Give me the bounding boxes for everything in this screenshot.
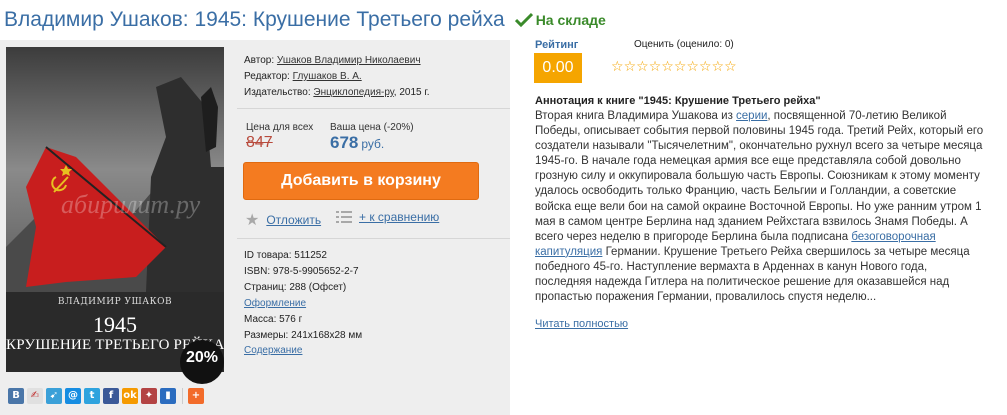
book-cover[interactable]: абирилит.ру ВЛАДИМИР УШАКОВ 1945 КРУШЕНИ… [6, 47, 224, 372]
detail-size: Размеры: 241x168x28 мм [244, 330, 362, 341]
isbn-value: 978-5-9905652-2-7 [272, 266, 359, 277]
old-price: 847 [246, 134, 273, 151]
list-price-label: Цена для всех [246, 122, 314, 133]
title-row: Владимир Ушаков: 1945: Крушение Третьего… [4, 4, 606, 36]
rating-star-icon[interactable]: ☆ [611, 59, 624, 75]
compare-link[interactable]: + к сравнению [359, 210, 439, 224]
detail-design[interactable]: Оформление [244, 298, 306, 309]
pages-value: 288 (Офсет) [289, 282, 347, 293]
rating-star-icon[interactable]: ☆ [674, 59, 687, 75]
your-price-label: Ваша цена (-20%) [330, 122, 414, 133]
livejournal-icon[interactable]: ✍ [27, 388, 43, 404]
pages-label: Страниц: [244, 282, 287, 293]
rating-label: Рейтинг [535, 39, 579, 51]
detail-contents[interactable]: Содержание [244, 345, 302, 356]
cover-year: 1945 [93, 312, 137, 337]
isbn-label: ISBN: [244, 266, 271, 277]
vk-icon[interactable]: В [8, 388, 24, 404]
annotation-part: , посвященной 70-летию Великой Победы, о… [535, 110, 984, 243]
rating-star-icon[interactable]: ☆ [624, 59, 637, 75]
annotation-part: Вторая книга Владимира Ушакова из [535, 110, 737, 122]
discount-badge: 20% [180, 340, 224, 384]
rate-label: Оценить (оценило: 0) [634, 39, 734, 50]
rating-stars[interactable]: ☆ ☆ ☆ ☆ ☆ ☆ ☆ ☆ ☆ ☆ [611, 59, 737, 75]
rating-star-icon[interactable]: ☆ [699, 59, 712, 75]
editor-link[interactable]: Глушаков В. А. [293, 71, 362, 82]
rating-star-icon[interactable]: ☆ [712, 59, 725, 75]
read-more-link[interactable]: Читать полностью [535, 318, 628, 330]
checkmark-icon [514, 12, 533, 28]
add-to-cart-button[interactable]: Добавить в корзину [243, 162, 479, 200]
rating-star-icon[interactable]: ☆ [724, 59, 737, 75]
stock-status: На складе [514, 12, 606, 28]
mail-icon[interactable]: @ [65, 388, 81, 404]
postpone-link[interactable]: Отложить [266, 213, 321, 227]
rating-star-icon[interactable]: ☆ [661, 59, 674, 75]
design-link[interactable]: Оформление [244, 298, 306, 309]
id-label: ID товара: [244, 250, 292, 261]
detail-isbn: ISBN: 978-5-9905652-2-7 [244, 266, 359, 277]
contents-link[interactable]: Содержание [244, 345, 302, 356]
stock-status-text: На складе [535, 12, 606, 28]
weight-value: 576 г [279, 314, 303, 325]
compare-action[interactable]: + к сравнению [336, 210, 439, 224]
moimir-icon[interactable]: ✦ [141, 388, 157, 404]
editor-label: Редактор: [244, 71, 290, 82]
weight-label: Масса: [244, 314, 277, 325]
size-value: 241x168x28 мм [291, 330, 363, 341]
liveinternet-icon[interactable]: ➹ [46, 388, 62, 404]
author-link[interactable]: Ушаков Владимир Николаевич [277, 55, 421, 66]
rating-star-icon[interactable]: ☆ [686, 59, 699, 75]
publisher-label: Издательство: [244, 87, 311, 98]
page-title: Владимир Ушаков: 1945: Крушение Третьего… [4, 8, 505, 31]
cover-author: ВЛАДИМИР УШАКОВ [57, 297, 173, 307]
annotation-text: Вторая книга Владимира Ушакова из серии,… [535, 109, 985, 305]
new-price-value: 678 [330, 133, 359, 152]
share-plus-icon[interactable]: + [188, 388, 204, 404]
series-link[interactable]: серии [736, 110, 767, 122]
annotation-title: Аннотация к книге "1945: Крушение Третье… [535, 95, 821, 107]
rating-score: 0.00 [534, 53, 582, 83]
new-price: 678 руб. [330, 133, 384, 153]
currency: руб. [361, 137, 385, 151]
publish-year: , 2015 г. [393, 87, 430, 98]
publisher-link[interactable]: Энциклопедия-ру [313, 87, 393, 98]
id-value: 511252 [294, 250, 327, 261]
detail-pages: Страниц: 288 (Офсет) [244, 282, 346, 293]
author-label: Автор: [244, 55, 275, 66]
star-icon: ★ [245, 210, 260, 229]
rating-star-icon[interactable]: ☆ [649, 59, 662, 75]
divider [237, 238, 510, 239]
detail-weight: Масса: 576 г [244, 314, 302, 325]
postpone-action[interactable]: ★ Отложить [245, 210, 321, 229]
bookmark-icon[interactable]: ▮ [160, 388, 176, 404]
facebook-icon[interactable]: f [103, 388, 119, 404]
rating-star-icon[interactable]: ☆ [636, 59, 649, 75]
cover-watermark: абирилит.ру [61, 190, 201, 219]
odnoklassniki-icon[interactable]: ok [122, 388, 138, 404]
editor-row: Редактор: Глушаков В. А. [244, 71, 362, 82]
divider [237, 108, 510, 109]
social-share-bar: В ✍ ➹ @ t f ok ✦ ▮ + [8, 388, 207, 404]
publisher-row: Издательство: Энциклопедия-ру, 2015 г. [244, 87, 430, 98]
size-label: Размеры: [244, 330, 289, 341]
list-icon [336, 211, 352, 223]
author-row: Автор: Ушаков Владимир Николаевич [244, 55, 421, 66]
twitter-icon[interactable]: t [84, 388, 100, 404]
detail-id: ID товара: 511252 [244, 250, 327, 261]
social-separator [182, 388, 183, 404]
